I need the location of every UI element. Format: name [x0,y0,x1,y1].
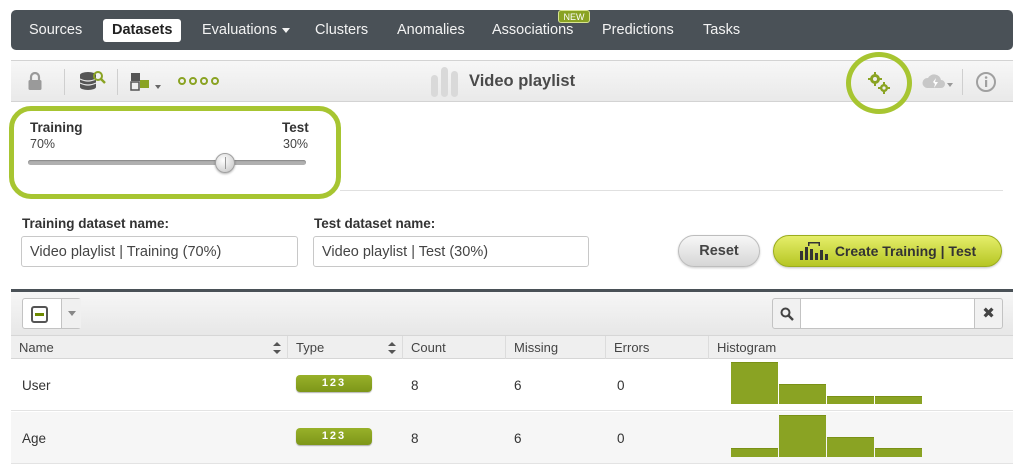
column-header-label: Name [19,340,54,355]
search-button[interactable] [772,298,801,329]
column-header-count: Count [403,336,506,359]
training-label: Training [30,120,83,135]
column-header-label: Missing [514,340,559,355]
create-training-test-label: Create Training | Test [834,243,977,259]
histogram-bar [827,437,874,457]
gears-highlight-circle [846,52,912,114]
create-training-test-button[interactable]: Create Training | Test [773,235,1002,267]
column-header-errors: Errors [606,336,709,359]
histogram[interactable] [731,360,922,404]
clear-search-button[interactable]: ✖ [974,298,1003,329]
more-dots-icon[interactable] [178,77,219,85]
split-slider-handle[interactable] [214,153,235,173]
test-name-label: Test dataset name: [314,216,436,231]
search-icon [780,307,794,321]
histogram-bar [875,448,922,457]
test-label: Test [282,120,309,135]
training-percentage: 70% [30,137,56,151]
histogram-bar [731,362,778,404]
toolbar-separator [117,69,118,95]
cloud-action-icon[interactable] [921,70,955,94]
search-input[interactable] [800,298,975,329]
histogram-bar [875,396,922,404]
field-transform-icon[interactable] [129,70,163,94]
dataset-search-icon[interactable] [78,70,106,94]
select-all-checkbox[interactable] [31,306,48,323]
dataset-logo-icon [431,67,458,97]
sort-icon[interactable] [388,342,396,354]
type-badge-numeric: 123 [296,428,372,445]
top-navbar: Sources Datasets Evaluations Clusters An… [11,10,1013,50]
field-count: 8 [411,431,419,446]
nav-tasks[interactable]: Tasks [703,18,740,42]
chevron-down-icon [281,27,290,33]
chevron-down-icon[interactable] [61,299,81,328]
new-badge: NEW [558,10,590,23]
column-header-histogram: Histogram [709,336,1013,359]
histogram-bar [779,415,826,457]
test-name-input[interactable] [313,236,589,267]
toolbar-separator [64,69,65,95]
table-row[interactable]: User 123 8 6 0 [11,359,1013,411]
select-all-dropdown[interactable] [22,298,81,329]
nav-datasets[interactable]: Datasets [103,19,182,42]
histogram[interactable] [731,413,922,457]
sort-icon[interactable] [273,342,281,354]
toolbar-separator [962,69,963,95]
column-header-label: Histogram [717,340,777,355]
type-badge-numeric: 123 [296,375,372,392]
page-title: Video playlist [469,72,576,90]
column-header-label: Errors [614,340,650,355]
field-missing: 6 [514,378,522,393]
training-name-input[interactable] [21,236,298,267]
split-slider-track[interactable] [28,160,306,165]
divider [340,190,1003,191]
nav-evaluations-label: Evaluations [202,22,277,38]
training-name-label: Training dataset name: [22,216,170,231]
field-name[interactable]: User [22,378,51,393]
info-icon[interactable] [975,71,997,93]
column-header-type[interactable]: Type [288,336,403,359]
field-count: 8 [411,378,419,393]
test-percentage: 30% [283,137,309,151]
histogram-bar [827,396,874,404]
histogram-bar [779,384,826,404]
table-header: Name Type Count Missing Errors Histogram [11,336,1013,359]
field-name[interactable]: Age [22,431,46,446]
table-row[interactable]: Age 123 8 6 0 [11,412,1013,464]
lock-icon[interactable] [27,72,43,92]
field-errors: 0 [617,431,625,446]
nav-evaluations[interactable]: Evaluations [202,18,290,42]
column-header-missing: Missing [506,336,606,359]
nav-predictions[interactable]: Predictions [602,18,674,42]
histogram-bar [731,448,778,457]
column-header-name[interactable]: Name [11,336,288,359]
nav-clusters[interactable]: Clusters [315,18,368,42]
field-missing: 6 [514,431,522,446]
column-header-label: Count [411,340,446,355]
column-header-label: Type [296,340,325,355]
training-test-bars-icon [799,242,828,260]
nav-anomalies[interactable]: Anomalies [397,18,465,42]
reset-button[interactable]: Reset [678,235,760,267]
nav-sources[interactable]: Sources [29,18,82,42]
field-errors: 0 [617,378,625,393]
